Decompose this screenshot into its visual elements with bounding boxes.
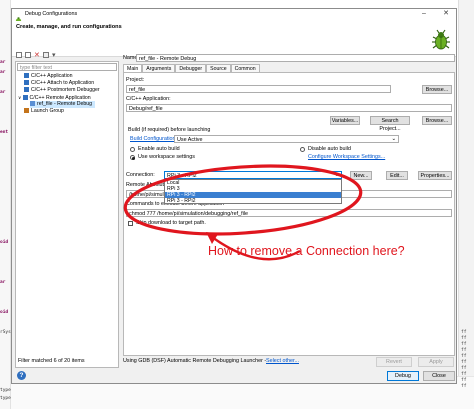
code-fragment: ar — [0, 90, 6, 95]
code-fragment: ff — [461, 342, 467, 347]
code-fragment: ff — [461, 384, 467, 389]
code-fragment: ff — [461, 348, 467, 353]
code-fragment: oid — [0, 240, 9, 245]
editor-right-code: ff ff ff ff ff ff ff ff ff ff — [458, 0, 474, 409]
code-fragment: ar — [0, 70, 6, 75]
annotation-text: How to remove a Connection here? — [208, 244, 405, 258]
annotation-overlay — [123, 164, 363, 261]
code-fragment: type — [0, 396, 11, 401]
annotation-arrowhead — [206, 232, 218, 244]
code-fragment: ff — [461, 366, 467, 371]
code-fragment: ent — [0, 130, 9, 135]
code-fragment: oid — [0, 310, 9, 315]
code-fragment: ar — [0, 60, 6, 65]
code-fragment: ff — [461, 330, 467, 335]
code-fragment: ff — [461, 354, 467, 359]
code-fragment: ff — [461, 360, 467, 365]
code-fragment: type — [0, 388, 11, 393]
code-fragment: ar — [0, 280, 6, 285]
editor-left-code: ar ar ar ent oid ar oid rSys type type — [0, 0, 11, 409]
code-fragment: ff — [461, 336, 467, 341]
annotation-ellipse — [123, 164, 363, 236]
code-fragment: ff — [461, 378, 467, 383]
code-fragment: ff — [461, 372, 467, 377]
code-fragment: rSys — [0, 330, 11, 335]
